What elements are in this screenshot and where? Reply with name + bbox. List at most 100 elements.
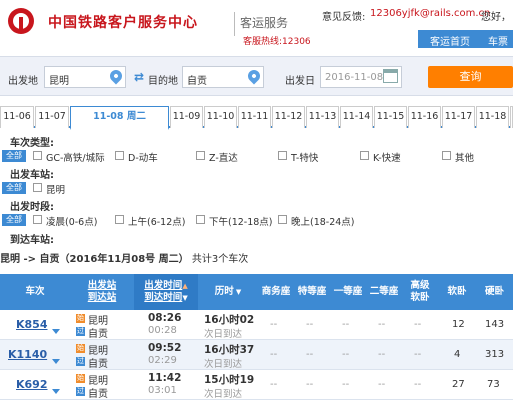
checkbox[interactable] [196,151,205,160]
checkbox[interactable] [33,183,42,192]
seat-first: -- [342,349,350,360]
to-station: 自贡 [88,389,108,400]
depart-time-option[interactable]: 上午(6-12点) [128,214,185,228]
all-train-types-button[interactable]: 全部 [2,150,26,162]
col-soft-sleeper: 软卧 [447,286,467,297]
start-station-icon: 始 [76,314,85,323]
site-title[interactable]: 中国铁路客户服务中心 [48,12,198,32]
chevron-down-icon[interactable] [52,359,60,364]
date-tab[interactable]: 11-10 [204,106,237,128]
date-tab[interactable]: 11-12 [272,106,305,128]
greeting: 您好， [481,12,511,23]
nav-item-home[interactable]: 客运首页 [430,33,470,48]
all-depart-times-button[interactable]: 全部 [2,214,26,226]
search-bar: 出发地 昆明 ⇄ 目的地 自贡 出发日 2016-11-08 查询 [0,56,513,96]
start-station-icon: 始 [76,374,85,383]
depart-time-option[interactable]: 下午(12-18点) [209,214,273,228]
seat-soft-sleeper: 27 [452,379,465,390]
nav-item-tickets[interactable]: 车票 [488,33,508,48]
col-time-arrive: 到达时间▼ [144,292,187,304]
depart-time: 08:26 [148,312,182,324]
seat-hard-sleeper: 143 [485,319,505,330]
train-type-option[interactable]: 其他 [455,150,474,164]
date-tab[interactable]: 11-09 [170,106,203,128]
from-label: 出发地 [8,76,38,87]
train-type-option[interactable]: Z-直达 [209,150,238,164]
train-type-option[interactable]: K-快速 [373,150,401,164]
col-second: 二等座 [369,286,399,297]
date-tab[interactable]: 11-07 [35,106,69,128]
seat-second: -- [378,349,386,360]
table-row[interactable]: K1140 始 昆明 过 自贡 09:52 02:29 16小时37 次日到达 … [0,340,513,370]
depart-time-title: 出发时段: [10,202,54,213]
date-tab[interactable]: 11-06 [0,106,34,128]
depart-time: 11:42 [148,372,182,384]
depart-station-title: 出发车站: [10,170,54,181]
date-tab[interactable]: 11-11 [238,106,271,128]
checkbox[interactable] [115,215,124,224]
checkbox[interactable] [278,215,287,224]
date-tab-active[interactable]: 11-08 周二 [70,106,169,130]
start-station-icon: 始 [76,344,85,353]
arrive-day: 次日到达 [204,329,243,340]
table-row[interactable]: K854 始 昆明 过 自贡 08:26 00:28 16小时02 次日到达 -… [0,310,513,340]
seat-second: -- [378,379,386,390]
col-duration[interactable]: 历时 ▼ [198,274,258,310]
checkbox[interactable] [33,215,42,224]
sort-down-icon: ▼ [182,294,188,302]
checkbox[interactable] [360,151,369,160]
checkbox[interactable] [442,151,451,160]
col-special: 特等座 [297,286,327,297]
all-depart-stations-button[interactable]: 全部 [2,182,26,194]
calendar-icon[interactable] [383,69,398,83]
train-number-link[interactable]: K1140 [8,348,47,361]
train-type-option[interactable]: GC-高铁/城际 [46,150,105,164]
seat-senior: -- [414,379,422,390]
arrive-time: 03:01 [148,385,177,396]
date-tab[interactable]: 11-17 [442,106,475,128]
col-senior-line2: 软卧 [410,292,430,303]
checkbox[interactable] [115,151,124,160]
result-summary: 昆明 -> 自贡（2016年11月08号 周二） 共计3个车次 [0,250,248,265]
seat-second: -- [378,319,386,330]
seat-business: -- [270,379,278,390]
chevron-down-icon[interactable] [52,329,60,334]
col-station[interactable]: 出发站 到达站 [70,274,134,310]
train-number-link[interactable]: K854 [16,318,48,331]
col-hard-sleeper: 硬卧 [484,286,504,297]
duration: 16小时37 [204,344,255,356]
swap-icon[interactable]: ⇄ [131,70,147,84]
train-type-option[interactable]: T-特快 [291,150,318,164]
date-tab[interactable]: 11-13 [306,106,339,128]
feedback-email-link[interactable]: 12306yjfk@rails.com.cn [370,8,490,19]
col-train[interactable]: 车次 [0,274,70,310]
col-time[interactable]: 出发时间▲ 到达时间▼ [134,274,198,310]
date-tab[interactable]: 11-14 [340,106,373,128]
depart-time-option[interactable]: 晚上(18-24点) [291,214,355,228]
depart-station-option[interactable]: 昆明 [46,182,65,196]
date-tab[interactable]: 11-18 [476,106,509,128]
date-tab[interactable]: 11-15 [374,106,407,128]
checkbox[interactable] [278,151,287,160]
train-type-title: 车次类型: [10,138,54,149]
date-tab[interactable]: 11-16 [408,106,441,128]
query-button[interactable]: 查询 [428,66,513,88]
seat-business: -- [270,319,278,330]
seat-first: -- [342,319,350,330]
duration: 16小时02 [204,314,255,326]
seat-soft-sleeper: 12 [452,319,465,330]
chevron-down-icon[interactable] [52,389,60,394]
table-row[interactable]: K692 始 昆明 过 自贡 11:42 03:01 15小时19 次日到达 -… [0,370,513,400]
seat-senior: -- [414,319,422,330]
arrive-station-title: 到达车站: [10,235,54,246]
train-type-option[interactable]: D-动车 [128,150,158,164]
train-number-link[interactable]: K692 [16,378,48,391]
seat-special: -- [306,349,314,360]
depart-time-option[interactable]: 凌晨(0-6点) [46,214,97,228]
checkbox[interactable] [196,215,205,224]
seat-hard-sleeper: 73 [487,379,500,390]
arrive-time: 02:29 [148,355,177,366]
sort-down-icon: ▼ [235,288,242,296]
checkbox[interactable] [33,151,42,160]
pass-station-icon: 过 [76,327,85,336]
